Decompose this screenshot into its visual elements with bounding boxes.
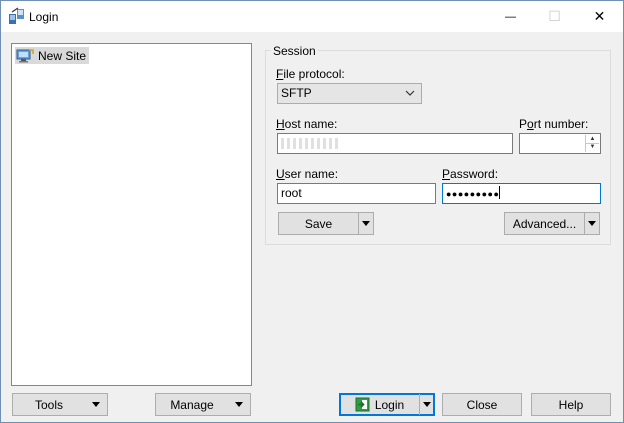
file-protocol-select[interactable]: SFTP [277,83,422,104]
dropdown-arrow-icon [92,402,100,407]
port-number-input[interactable]: ▲ ▼ [519,133,601,154]
tree-item-label: New Site [38,48,87,63]
user-name-input[interactable]: root [277,183,436,204]
chevron-down-icon [405,90,415,96]
spin-down-icon[interactable]: ▼ [586,143,599,151]
password-label: Password: [442,167,499,181]
maximize-icon: ☐ [548,8,561,24]
close-window-button[interactable]: ✕ [577,1,622,32]
tools-dropdown[interactable] [85,394,107,415]
login-dropdown[interactable] [420,394,434,415]
dropdown-arrow-icon [362,221,370,226]
save-button[interactable]: Save [278,212,374,235]
manage-dropdown[interactable] [228,394,250,415]
login-button-main[interactable]: Login [340,397,419,412]
login-button[interactable]: Login [339,393,435,416]
dropdown-arrow-icon [423,402,431,407]
title-bar[interactable]: Login — ☐ ✕ [1,1,623,32]
dropdown-arrow-icon [588,221,596,226]
tree-item-new-site[interactable]: New Site [15,47,90,64]
password-input[interactable]: ●●●●●●●●● [442,183,601,204]
password-value: ●●●●●●●●● [446,189,500,199]
site-tree[interactable]: New Site [11,43,252,386]
manage-button-label: Manage [170,397,214,412]
user-name-value: root [281,186,302,200]
save-dropdown[interactable] [359,213,373,234]
advanced-button[interactable]: Advanced... [504,212,600,235]
file-protocol-label: File protocol: [276,67,345,81]
login-button-label: Login [374,397,405,412]
maximize-button: ☐ [532,1,577,32]
dropdown-arrow-icon [235,402,243,407]
save-button-label: Save [304,216,333,231]
advanced-button-label: Advanced... [512,216,577,231]
tools-button[interactable]: Tools [12,393,108,416]
host-name-label: Host name: [276,117,338,131]
session-group-label: Session [271,44,318,58]
text-caret [499,186,501,199]
login-window: Login — ☐ ✕ New Site Session File protoc… [0,0,624,423]
user-name-label: User name: [276,167,339,181]
manage-button[interactable]: Manage [155,393,251,416]
winscp-app-icon [9,7,24,24]
login-icon [355,397,370,412]
port-number-label: Port number: [519,117,589,131]
tools-button-label: Tools [34,397,63,412]
host-name-obscured [281,138,339,149]
close-button[interactable]: Close [442,393,522,416]
advanced-dropdown[interactable] [585,213,599,234]
close-button-label: Close [466,397,498,412]
help-button[interactable]: Help [531,393,611,416]
file-protocol-value: SFTP [281,86,312,100]
monitor-icon [16,48,34,62]
port-spinner[interactable]: ▲ ▼ [585,135,599,152]
window-title: Login [29,10,59,24]
minimize-button[interactable]: — [488,1,533,32]
help-button-label: Help [558,397,584,412]
host-name-input[interactable] [277,133,513,154]
close-icon: ✕ [593,8,606,24]
minimize-icon: — [505,10,516,23]
